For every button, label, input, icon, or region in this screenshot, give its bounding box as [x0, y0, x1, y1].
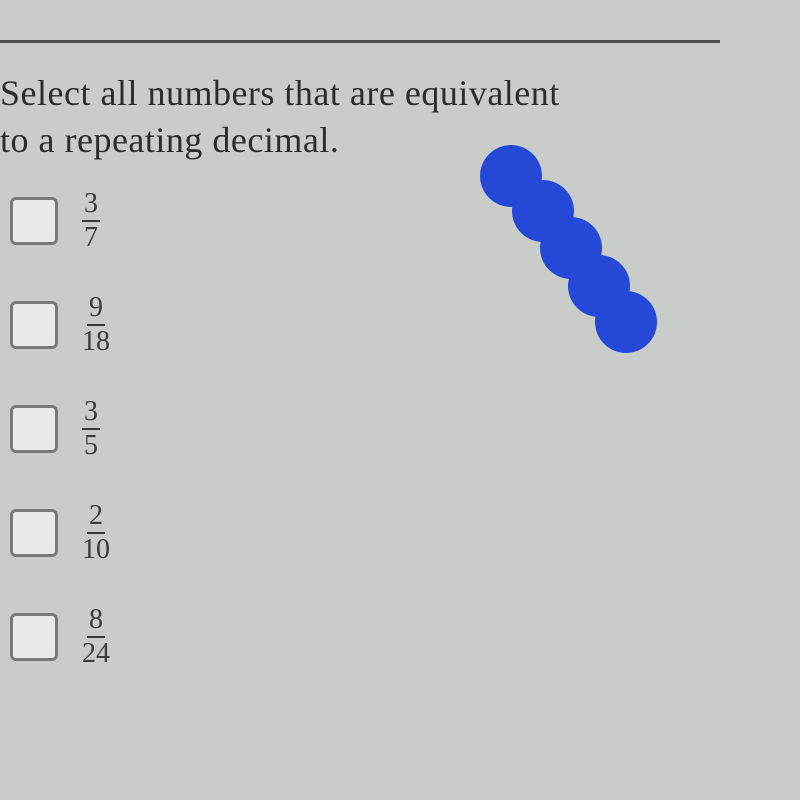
option-row: 2 10: [10, 502, 110, 564]
denominator: 18: [82, 326, 110, 356]
question-line-2: to a repeating decimal.: [0, 117, 800, 164]
numerator: 3: [82, 398, 100, 430]
fraction-5: 8 24: [82, 606, 110, 668]
question-container: Select all numbers that are equivalent t…: [0, 70, 800, 164]
option-row: 8 24: [10, 606, 110, 668]
option-row: 9 18: [10, 294, 110, 356]
option-checkbox-1[interactable]: [10, 197, 58, 245]
option-checkbox-5[interactable]: [10, 613, 58, 661]
option-checkbox-4[interactable]: [10, 509, 58, 557]
option-row: 3 7: [10, 190, 110, 252]
fraction-2: 9 18: [82, 294, 110, 356]
fraction-3: 3 5: [82, 398, 100, 460]
top-divider: [0, 40, 720, 43]
numerator: 8: [87, 606, 105, 638]
option-checkbox-2[interactable]: [10, 301, 58, 349]
fraction-1: 3 7: [82, 190, 100, 252]
denominator: 24: [82, 638, 110, 668]
fraction-4: 2 10: [82, 502, 110, 564]
option-row: 3 5: [10, 398, 110, 460]
option-checkbox-3[interactable]: [10, 405, 58, 453]
numerator: 9: [87, 294, 105, 326]
dot-icon: [595, 291, 657, 353]
numerator: 2: [87, 502, 105, 534]
question-line-1: Select all numbers that are equivalent: [0, 70, 800, 117]
options-list: 3 7 9 18 3 5 2 10 8 24: [10, 190, 110, 710]
denominator: 7: [82, 222, 100, 252]
denominator: 10: [82, 534, 110, 564]
denominator: 5: [82, 430, 100, 460]
numerator: 3: [82, 190, 100, 222]
